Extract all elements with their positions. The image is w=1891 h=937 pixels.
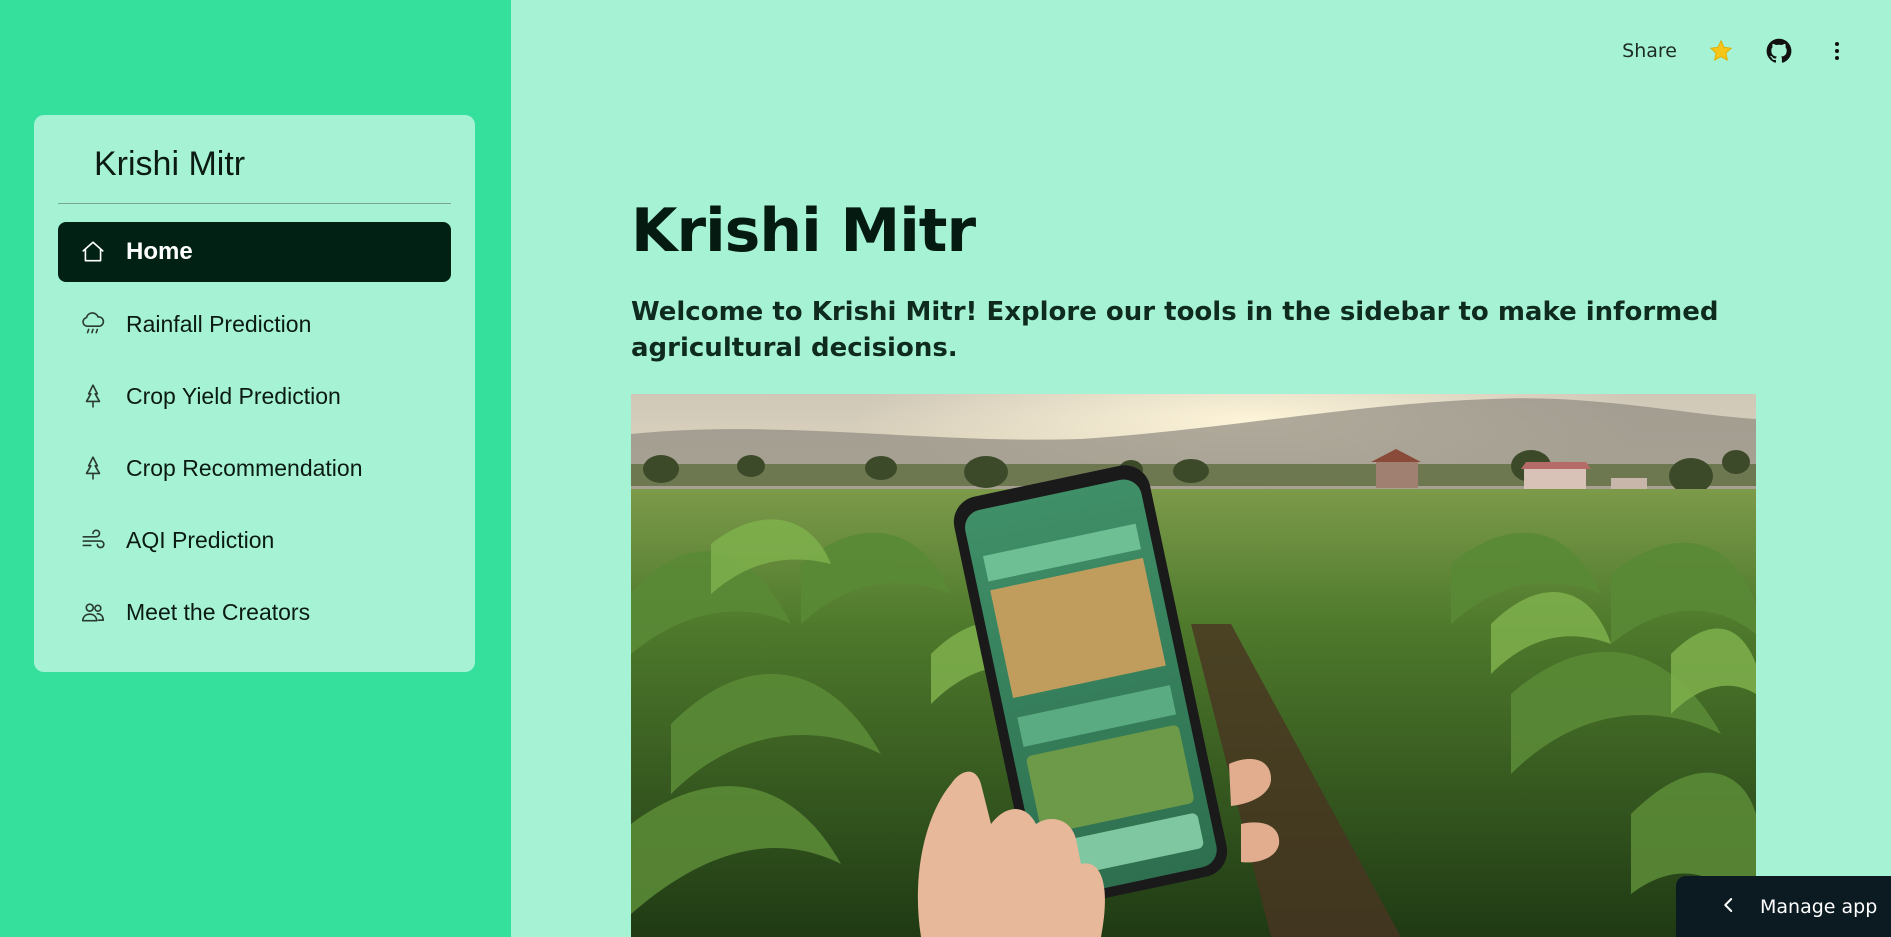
- github-icon[interactable]: [1765, 37, 1793, 65]
- nav-item-label: Rainfall Prediction: [126, 310, 312, 337]
- nav-item-home[interactable]: Home: [58, 222, 451, 282]
- share-button[interactable]: Share: [1622, 40, 1677, 62]
- nav-item-crop-recommendation[interactable]: Crop Recommendation: [58, 438, 451, 498]
- nav-item-label: Crop Yield Prediction: [126, 382, 341, 409]
- page-subtitle: Welcome to Krishi Mitr! Explore our tool…: [631, 297, 1719, 363]
- main-content: Krishi Mitr Welcome to Krishi Mitr! Expl…: [631, 196, 1756, 366]
- nav-item-label: AQI Prediction: [126, 526, 275, 553]
- nav-item-label: Home: [126, 238, 193, 265]
- nav-item-rainfall-prediction[interactable]: Rainfall Prediction: [58, 294, 451, 354]
- nav-item-aqi-prediction[interactable]: AQI Prediction: [58, 510, 451, 570]
- manage-app-button[interactable]: Manage app: [1676, 876, 1891, 937]
- top-toolbar: Share: [1622, 34, 1851, 68]
- tree-icon: [80, 383, 106, 409]
- nav-item-label: Crop Recommendation: [126, 454, 363, 481]
- people-icon: [80, 599, 106, 625]
- wind-icon: [80, 527, 106, 553]
- nav-item-crop-yield-prediction[interactable]: Crop Yield Prediction: [58, 366, 451, 426]
- page-title: Krishi Mitr: [631, 196, 976, 266]
- manage-app-label: Manage app: [1760, 895, 1878, 918]
- nav-menu: Krishi Mitr Home Rainfall Prediction Cro…: [34, 115, 475, 672]
- more-vertical-icon[interactable]: [1823, 37, 1851, 65]
- chevron-left-icon: [1720, 896, 1738, 918]
- nav-item-meet-the-creators[interactable]: Meet the Creators: [58, 582, 451, 642]
- menu-title: Krishi Mitr: [94, 145, 246, 183]
- star-icon[interactable]: [1707, 37, 1735, 65]
- nav-item-label: Meet the Creators: [126, 598, 311, 625]
- menu-divider: [58, 203, 451, 204]
- tree-icon: [80, 455, 106, 481]
- sidebar: Krishi Mitr Home Rainfall Prediction Cro…: [0, 0, 511, 937]
- cloud-rain-icon: [80, 311, 106, 337]
- house-icon: [80, 239, 106, 265]
- hero-image: [631, 394, 1756, 937]
